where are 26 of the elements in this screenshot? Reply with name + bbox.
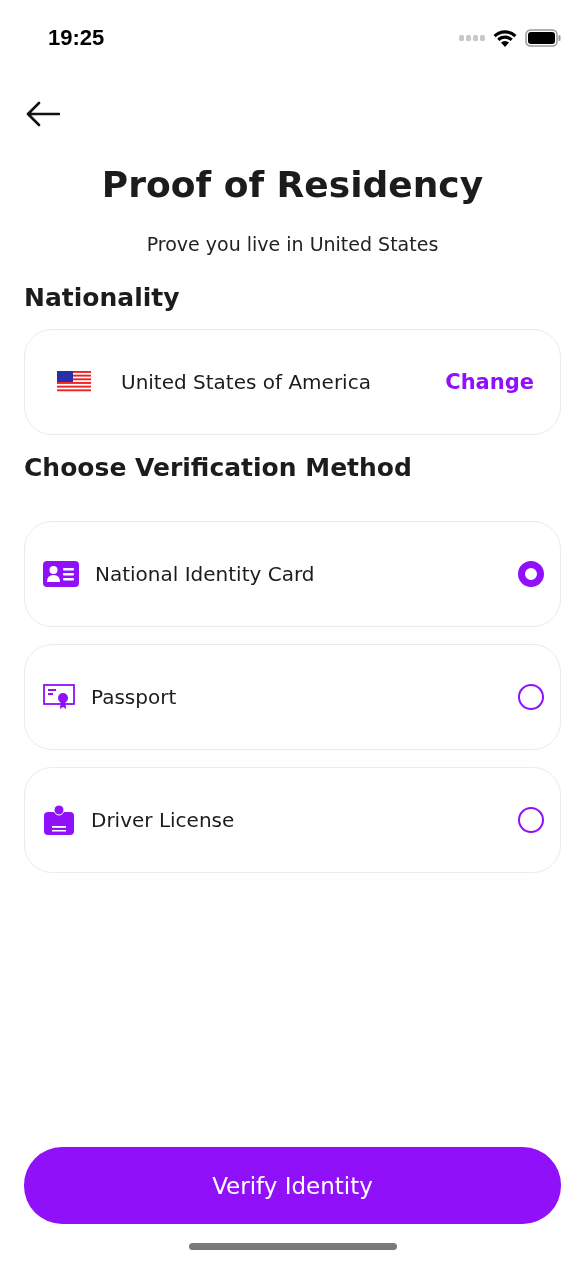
battery-icon — [525, 28, 561, 47]
flag-icon — [57, 371, 91, 393]
back-arrow-icon — [26, 101, 60, 127]
section-heading: Choose Verification Method — [24, 452, 413, 484]
section-heading: Nationality — [24, 282, 181, 314]
method-label: Driver License — [91, 808, 236, 832]
certificate-icon — [43, 684, 75, 710]
wifi-icon — [493, 28, 517, 47]
method-label: Passport — [91, 685, 178, 709]
radio-button[interactable] — [518, 807, 544, 833]
method-option[interactable]: National Identity Card — [24, 521, 561, 627]
badge-icon — [43, 805, 75, 835]
method-option[interactable]: Passport — [24, 644, 561, 750]
country-name: United States of America — [121, 370, 372, 394]
page-title: Proof of Residency — [100, 163, 485, 207]
id-card-icon — [43, 561, 79, 587]
radio-button[interactable] — [518, 684, 544, 710]
radio-button[interactable] — [518, 561, 544, 587]
back-button[interactable] — [26, 101, 60, 127]
method-label: National Identity Card — [95, 562, 316, 586]
signal-icon — [459, 34, 485, 41]
page-subtitle: Prove you live in United States — [145, 232, 440, 257]
change-link[interactable]: Change — [445, 370, 534, 394]
verify-identity-button[interactable]: Verify Identity — [24, 1147, 561, 1224]
status-time: 19:25 — [48, 24, 105, 51]
method-option[interactable]: Driver License — [24, 767, 561, 873]
